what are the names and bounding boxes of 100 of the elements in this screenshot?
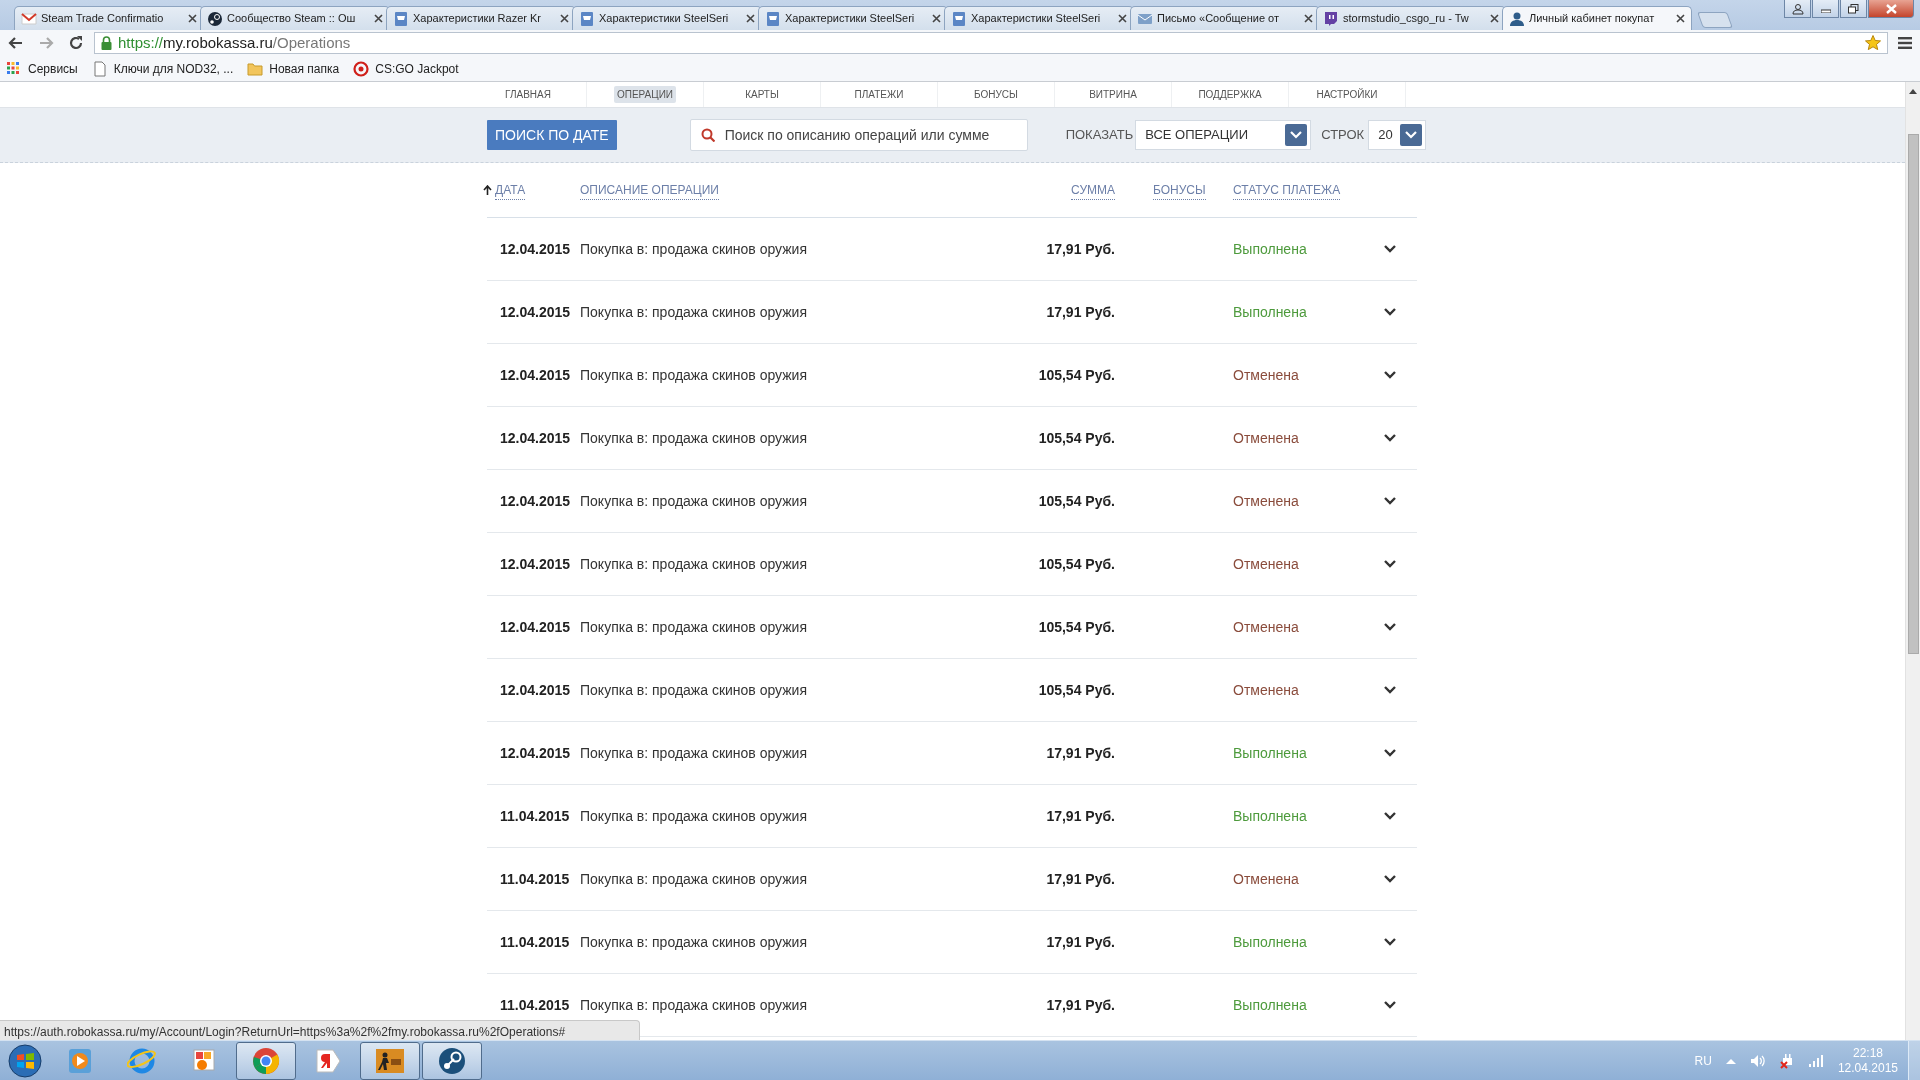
status-cell-text: Отменена xyxy=(1233,428,1300,448)
folder-icon xyxy=(247,60,264,77)
mail-icon xyxy=(21,10,37,27)
chevron-down-icon[interactable] xyxy=(1384,938,1396,946)
description-cell-text: Покупка в: продажа скинов оружия xyxy=(580,554,808,574)
date-search-button[interactable]: ПОИСК ПО ДАТЕ xyxy=(487,120,617,150)
chevron-down-icon[interactable] xyxy=(1384,686,1396,694)
date-cell-text: 12.04.2015 xyxy=(499,365,572,385)
chevron-down-icon[interactable] xyxy=(1384,308,1396,316)
amount-cell-text: 105,54 Руб. xyxy=(1037,365,1115,385)
tab-title: Steam Trade Confirmatio xyxy=(41,11,165,27)
date-cell-text: 12.04.2015 xyxy=(499,491,572,511)
nav-link[interactable]: ПЛАТЕЖИ xyxy=(851,86,907,103)
close-icon[interactable] xyxy=(560,14,569,23)
bookmark[interactable]: Новая папка xyxy=(247,59,340,78)
tab-title: Характеристики Razer Kr xyxy=(413,11,542,27)
chevron-down-icon[interactable] xyxy=(1384,812,1396,820)
close-icon[interactable] xyxy=(374,14,383,23)
taskbar-app[interactable] xyxy=(422,1041,482,1080)
profile-button[interactable] xyxy=(1784,0,1811,18)
filter-dropdown[interactable]: ВСЕ ОПЕРАЦИИ xyxy=(1135,120,1312,150)
amount-cell-text: 105,54 Руб. xyxy=(1037,428,1115,448)
scrollbar[interactable] xyxy=(1905,82,1920,1040)
chevron-down-icon[interactable] xyxy=(1384,749,1396,757)
browser-tab[interactable]: Характеристики SteelSeri xyxy=(944,6,1134,30)
amount-cell-text: 105,54 Руб. xyxy=(1037,680,1115,700)
amount-cell-text: 17,91 Руб. xyxy=(1045,932,1115,952)
nav-link[interactable]: ГЛАВНАЯ xyxy=(502,86,554,103)
filter-label: ПОКАЗАТЬ xyxy=(1065,126,1134,145)
column-header[interactable]: ОПИСАНИЕ ОПЕРАЦИИ xyxy=(580,180,719,200)
maximize-button[interactable] xyxy=(1840,0,1867,18)
browser-tab[interactable]: Личный кабинет покупат xyxy=(1502,6,1692,30)
close-icon[interactable] xyxy=(932,14,941,23)
search-field[interactable]: Поиск по описанию операций или сумме xyxy=(689,119,1028,151)
status-cell-text: Выполнена xyxy=(1233,932,1308,952)
chevron-down-icon[interactable] xyxy=(1384,245,1396,253)
status-cell-text: Выполнена xyxy=(1233,806,1308,826)
tab-title: Характеристики SteelSeri xyxy=(971,11,1102,27)
scroll-up-icon xyxy=(1909,88,1917,94)
status-cell-text: Отменена xyxy=(1233,680,1300,700)
amount-cell-text: 105,54 Руб. xyxy=(1037,617,1115,637)
lock-icon xyxy=(101,36,112,50)
chevron-down-icon[interactable] xyxy=(1384,434,1396,442)
column-header[interactable]: СТАТУС ПЛАТЕЖА xyxy=(1233,180,1341,200)
chevron-down-icon xyxy=(1290,131,1303,139)
date-cell-text: 11.04.2015 xyxy=(499,869,571,889)
description-cell-text: Покупка в: продажа скинов оружия xyxy=(580,302,808,322)
address-field[interactable]: https://my.robokassa.ru/Operations xyxy=(94,32,1888,54)
amount-cell-text: 17,91 Руб. xyxy=(1045,995,1115,1015)
bookmark[interactable]: Сервисы xyxy=(6,59,78,78)
star-icon[interactable] xyxy=(1865,35,1881,51)
close-icon[interactable] xyxy=(1490,14,1499,23)
date-cell-text: 11.04.2015 xyxy=(499,932,571,952)
close-icon[interactable] xyxy=(1118,14,1127,23)
taskbar-app[interactable] xyxy=(360,1041,420,1080)
power-plug-icon[interactable] xyxy=(1779,1052,1794,1069)
column-header[interactable]: СУММА xyxy=(1071,180,1115,200)
nav-link[interactable]: БОНУСЫ xyxy=(971,86,1021,103)
page-icon xyxy=(91,60,108,77)
tab-title: Сообщество Steam :: Ош xyxy=(227,11,357,27)
column-header[interactable]: ДАТА xyxy=(495,180,526,200)
status-cell-text: Отменена xyxy=(1233,491,1300,511)
description-cell-text: Покупка в: продажа скинов оружия xyxy=(580,365,808,385)
date-cell-text: 12.04.2015 xyxy=(499,743,572,763)
chevron-down-icon[interactable] xyxy=(1384,875,1396,883)
description-cell-text: Покупка в: продажа скинов оружия xyxy=(580,491,808,511)
nav-link[interactable]: НАСТРОЙКИ xyxy=(1313,86,1381,103)
amount-cell-text: 105,54 Руб. xyxy=(1037,491,1115,511)
chevron-down-icon[interactable] xyxy=(1384,623,1396,631)
status-url: https://auth.robokassa.ru/my/Account/Login?ReturnUrl=https%3a%2f%2fmy.robokassa.ru%2fOperations# xyxy=(0,1020,640,1040)
status-cell-text: Отменена xyxy=(1233,869,1300,889)
nav-link[interactable]: ВИТРИНА xyxy=(1086,86,1140,103)
rows-dropdown[interactable]: 20 xyxy=(1368,120,1427,150)
bookmark[interactable]: Ключи для NOD32, ... xyxy=(91,59,234,78)
close-icon[interactable] xyxy=(1304,14,1313,23)
date-cell-text: 12.04.2015 xyxy=(499,302,572,322)
close-button[interactable] xyxy=(1868,0,1914,18)
close-icon[interactable] xyxy=(188,14,197,23)
nav-link[interactable]: КАРТЫ xyxy=(742,86,782,103)
chevron-down-icon[interactable] xyxy=(1384,560,1396,568)
amount-cell-text: 17,91 Руб. xyxy=(1045,869,1115,889)
date-cell-text: 12.04.2015 xyxy=(499,554,572,574)
reload-icon xyxy=(68,35,84,51)
close-icon[interactable] xyxy=(746,14,755,23)
bookmark[interactable]: CS:GO Jackpot xyxy=(353,59,459,78)
column-header[interactable]: БОНУСЫ xyxy=(1153,180,1206,200)
nav-link[interactable]: ПОДДЕРЖКА xyxy=(1195,86,1265,103)
chevron-down-icon[interactable] xyxy=(1384,1001,1396,1009)
amount-cell-text: 17,91 Руб. xyxy=(1045,302,1115,322)
chevron-down-icon[interactable] xyxy=(1384,497,1396,505)
amount-cell-text: 17,91 Руб. xyxy=(1045,743,1115,763)
cart-page-icon xyxy=(765,10,781,27)
apps-grid-icon xyxy=(6,60,22,77)
target-icon xyxy=(353,60,370,77)
chevron-down-icon[interactable] xyxy=(1384,371,1396,379)
status-cell-text: Выполнена xyxy=(1233,239,1308,259)
close-icon[interactable] xyxy=(1676,14,1685,23)
date-cell-text: 12.04.2015 xyxy=(499,428,572,448)
restore-icon xyxy=(1848,3,1859,14)
nav-link[interactable]: ОПЕРАЦИИ xyxy=(613,86,677,103)
